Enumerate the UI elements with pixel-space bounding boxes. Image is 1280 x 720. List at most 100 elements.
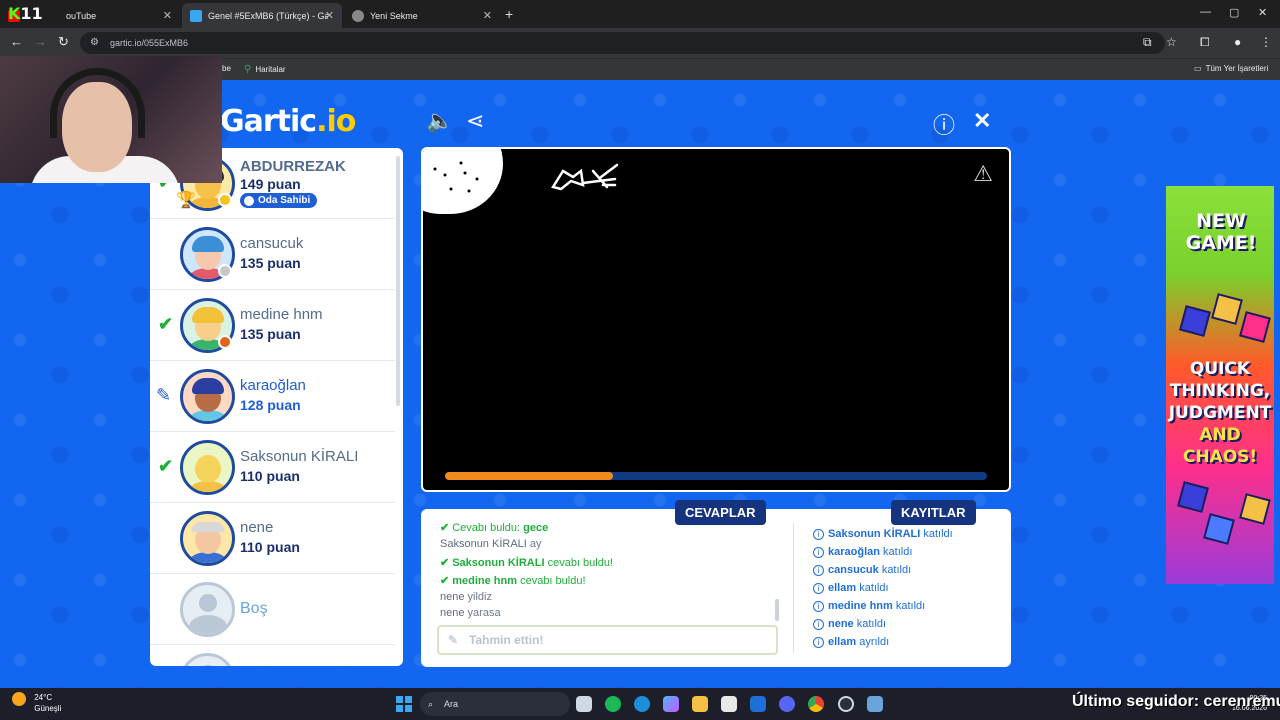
ad-card-icon: [1177, 481, 1209, 513]
empty-avatar-icon: [180, 653, 235, 666]
log-entry: i ellam katıldı: [813, 582, 889, 594]
trophy-icon: 🏆: [176, 192, 196, 209]
panel-divider: [793, 523, 794, 653]
maximize-icon[interactable]: ▢: [1229, 6, 1239, 19]
status-dot: [218, 193, 232, 207]
tab-title: Yeni Sekme: [370, 10, 418, 21]
steam-icon[interactable]: [838, 696, 854, 712]
answer-message: nene yildiz: [440, 591, 492, 603]
chat-scrollbar[interactable]: [775, 599, 779, 621]
pencil-icon: ✎: [448, 633, 459, 647]
guess-placeholder: Tahmin ettin!: [469, 633, 544, 647]
empty-player-slot: Boş: [150, 574, 395, 645]
player-row[interactable]: nene 110 puan: [150, 503, 395, 574]
tab-title: Genel #5ExMB6 (Türkçe) - Gartic: [208, 10, 328, 21]
answer-message: ✔ Saksonun KİRALI cevabı buldu!: [440, 557, 614, 569]
log-entry: i karaoğlan katıldı: [813, 546, 912, 558]
log-entry: i medine hnm katıldı: [813, 600, 925, 612]
copilot-icon[interactable]: [663, 696, 679, 712]
player-row[interactable]: ✎ karaoğlan 128 puan: [150, 361, 395, 432]
last-follower-overlay: Último seguidor: cerenremu: [1072, 693, 1280, 710]
taskbar-search[interactable]: ⌕ Ara: [420, 692, 570, 716]
player-list: ✔ 🏆 ABDURREZAK 149 puan Oda Sahibi cansu…: [150, 148, 403, 666]
chrome-icon[interactable]: [808, 696, 824, 712]
tab-new[interactable]: Yeni Sekme ✕: [344, 3, 500, 28]
avatar: [180, 511, 235, 566]
player-name: nene: [240, 519, 274, 536]
streamer-webcam: [0, 56, 222, 183]
forward-icon[interactable]: →: [34, 34, 47, 49]
back-icon[interactable]: ←: [10, 34, 23, 49]
ad-card-icon: [1239, 493, 1271, 525]
gartic-favicon-icon: [190, 9, 202, 22]
player-name: cansucuk: [240, 235, 304, 252]
guessed-check-icon: ✔: [158, 456, 174, 476]
install-app-icon[interactable]: ⧉: [1143, 35, 1152, 50]
player-row[interactable]: cansucuk 135 puan: [150, 219, 395, 290]
bookmark-youtube[interactable]: be: [222, 64, 231, 73]
player-score: 135 puan: [240, 255, 301, 271]
discord-icon[interactable]: [779, 696, 795, 712]
new-tab-button[interactable]: +: [505, 6, 513, 22]
tab-title: ouTube: [66, 10, 97, 21]
all-bookmarks[interactable]: ▭ Tüm Yer İşaretleri: [1194, 64, 1268, 73]
round-progress-fill: [445, 472, 614, 480]
extensions-icon[interactable]: ⧠: [1200, 35, 1210, 50]
empty-player-slot: [150, 645, 395, 666]
answer-message: Saksonun KİRALI ay: [440, 538, 542, 550]
mail-icon[interactable]: [750, 696, 766, 712]
player-score: 128 puan: [240, 397, 301, 413]
status-dot: [218, 264, 232, 278]
spotify-icon[interactable]: [605, 696, 621, 712]
bookmark-label: be: [222, 64, 231, 73]
player-score: 110 puan: [240, 468, 300, 484]
site-info-icon[interactable]: ⚙: [90, 32, 99, 54]
close-tab-icon[interactable]: ✕: [163, 9, 172, 22]
share-icon[interactable]: ⋖: [466, 108, 484, 134]
bookmark-label: Tüm Yer İşaretleri: [1205, 64, 1269, 73]
weather-widget[interactable]: 24°C Güneşli: [12, 692, 61, 714]
player-score: 149 puan: [240, 176, 301, 192]
advertisement-banner[interactable]: NEW GAME! QUICK THINKING, JUDGMENT AND CHAOS!: [1166, 186, 1274, 584]
close-window-icon[interactable]: ✕: [1258, 6, 1267, 19]
headset: [50, 68, 145, 138]
tab-gartic[interactable]: Genel #5ExMB6 (Türkçe) - Gartic ✕: [182, 3, 342, 28]
canvas-strokes: [433, 161, 619, 193]
file-explorer-icon[interactable]: [692, 696, 708, 712]
logo-main: Gartic: [220, 104, 317, 139]
drawing-canvas[interactable]: ⚠: [421, 147, 1011, 492]
close-tab-icon[interactable]: ✕: [325, 9, 334, 22]
edge-icon[interactable]: [634, 696, 650, 712]
player-row[interactable]: ✔ Saksonun KİRALI 110 puan: [150, 432, 395, 503]
task-view-icon[interactable]: [576, 696, 592, 712]
bookmark-star-icon[interactable]: ☆: [1166, 35, 1177, 49]
crown-icon: [244, 195, 254, 206]
address-bar[interactable]: ⚙ gartic.io/055ExMB6: [80, 32, 1165, 54]
report-warning-icon[interactable]: ⚠: [973, 161, 993, 187]
tab-answers[interactable]: CEVAPLAR: [675, 500, 766, 525]
temperature: 24°C: [34, 693, 53, 702]
info-icon[interactable]: ⓘ: [933, 108, 955, 140]
menu-icon[interactable]: ⋮: [1260, 35, 1272, 49]
store-icon[interactable]: [721, 696, 737, 712]
minimize-icon[interactable]: —: [1200, 6, 1211, 18]
profile-icon[interactable]: ●: [1234, 35, 1241, 49]
player-list-scrollbar[interactable]: [396, 156, 400, 406]
player-row[interactable]: ✔ medine hnm 135 puan: [150, 290, 395, 361]
empty-avatar-icon: [180, 582, 235, 637]
chat-panel: ✔ Cevabı buldu: gece Saksonun KİRALI ay ✔…: [421, 509, 1011, 667]
close-game-icon[interactable]: ✕: [973, 108, 991, 134]
maps-pin-icon: ⚲: [244, 64, 252, 75]
url-text: gartic.io/055ExMB6: [110, 38, 189, 48]
close-tab-icon[interactable]: ✕: [483, 9, 492, 22]
tab-logs[interactable]: KAYITLAR: [891, 500, 976, 525]
avatar: [180, 369, 235, 424]
bookmark-maps[interactable]: ⚲ Haritalar: [244, 64, 286, 75]
app-icon[interactable]: [867, 696, 883, 712]
sound-icon[interactable]: 🔈: [426, 108, 453, 134]
kick-logo: K11: [8, 4, 43, 23]
windows-start-icon[interactable]: [396, 696, 412, 712]
reload-icon[interactable]: ↻: [58, 34, 69, 50]
guess-input[interactable]: ✎ Tahmin ettin!: [437, 625, 778, 655]
ad-headline: NEW GAME!: [1185, 210, 1257, 254]
